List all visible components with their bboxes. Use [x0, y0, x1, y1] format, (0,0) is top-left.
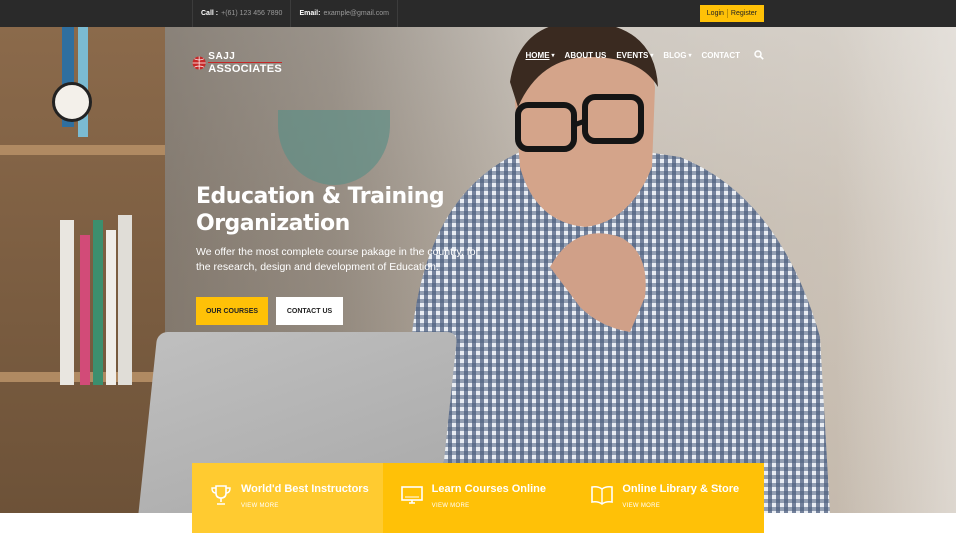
feature-courses-online[interactable]: Learn Courses Online VIEW MORE: [382, 463, 574, 533]
email-label: Email:: [299, 10, 321, 17]
wall-background: [836, 27, 956, 513]
view-more-link[interactable]: VIEW MORE: [622, 503, 739, 509]
bookshelf-background: [0, 27, 165, 513]
hero-subtitle: We offer the most complete course pakage…: [196, 246, 480, 273]
phone-info: Call : +(61) 123 456 7890: [192, 0, 290, 27]
register-link[interactable]: Register: [728, 10, 760, 17]
nav-home-label: HOME: [525, 50, 550, 60]
phone-number[interactable]: +(61) 123 456 7890: [221, 10, 282, 17]
nav-events[interactable]: EVENTS ▾: [616, 51, 653, 60]
chevron-down-icon: ▾: [650, 52, 654, 59]
book: [106, 230, 116, 385]
nav-blog[interactable]: BLOG ▾: [663, 51, 691, 60]
feature-text: World'd Best Instructors VIEW MORE: [241, 483, 369, 509]
feature-title: Online Library & Store: [622, 483, 740, 495]
nav-about-label: ABOUT US: [564, 50, 607, 60]
contact-us-button[interactable]: CONTACT US: [276, 297, 343, 325]
site-logo[interactable]: SAJJ ASSOCIATES: [192, 43, 282, 83]
book: [93, 220, 103, 385]
auth-links: Login Register: [699, 5, 764, 22]
logo-line-1: SAJJ: [208, 50, 236, 62]
clock-decoration: [52, 82, 92, 122]
email-info: Email: example@gmail.com: [290, 0, 398, 27]
logo-line-2: ASSOCIATES: [208, 61, 282, 75]
shelf-board: [0, 145, 165, 155]
book: [60, 220, 74, 385]
chevron-down-icon: ▾: [688, 52, 692, 59]
trophy-icon: [211, 485, 231, 505]
lamp-decoration: [278, 110, 390, 185]
nav-blog-label: BLOG: [663, 50, 687, 60]
login-link[interactable]: Login: [704, 10, 727, 17]
feature-title: World'd Best Instructors: [241, 483, 369, 495]
book-icon: [591, 485, 614, 505]
book: [118, 215, 132, 385]
feature-text: Learn Courses Online VIEW MORE: [432, 483, 546, 509]
contact-info: Call : +(61) 123 456 7890 Email: example…: [192, 0, 398, 27]
top-bar-container: Call : +(61) 123 456 7890 Email: example…: [192, 0, 764, 27]
chevron-down-icon: ▾: [551, 52, 555, 59]
call-label: Call :: [201, 10, 219, 17]
view-more-link[interactable]: VIEW MORE: [432, 503, 546, 509]
email-address[interactable]: example@gmail.com: [323, 10, 388, 17]
feature-library-store[interactable]: Online Library & Store VIEW MORE: [573, 463, 765, 533]
primary-menu: HOME ▾ ABOUT US EVENTS ▾ BLOG ▾ CONTACT: [516, 48, 764, 62]
main-navbar: SAJJ ASSOCIATES HOME ▾ ABOUT US EVENTS ▾…: [192, 43, 764, 83]
top-bar: Call : +(61) 123 456 7890 Email: example…: [0, 0, 956, 27]
nav-about-us[interactable]: ABOUT US: [565, 51, 607, 60]
feature-text: Online Library & Store VIEW MORE: [622, 483, 739, 509]
nav-events-label: EVENTS: [616, 50, 649, 60]
logo-text: SAJJ ASSOCIATES: [208, 50, 282, 75]
monitor-icon: [400, 486, 423, 504]
view-more-link[interactable]: VIEW MORE: [241, 503, 369, 509]
hero-title: Education & Training Organization: [196, 184, 445, 236]
feature-instructors[interactable]: World'd Best Instructors VIEW MORE: [192, 463, 383, 533]
feature-title: Learn Courses Online: [431, 483, 546, 495]
nav-contact[interactable]: CONTACT: [701, 51, 740, 60]
nav-home[interactable]: HOME ▾: [526, 51, 555, 60]
feature-strip: World'd Best Instructors VIEW MORE Learn…: [192, 463, 765, 533]
our-courses-button[interactable]: OUR COURSES: [196, 297, 268, 325]
globe-logo-icon: [192, 56, 206, 70]
nav-contact-label: CONTACT: [701, 50, 740, 60]
search-icon[interactable]: [754, 50, 764, 60]
book: [80, 235, 90, 385]
